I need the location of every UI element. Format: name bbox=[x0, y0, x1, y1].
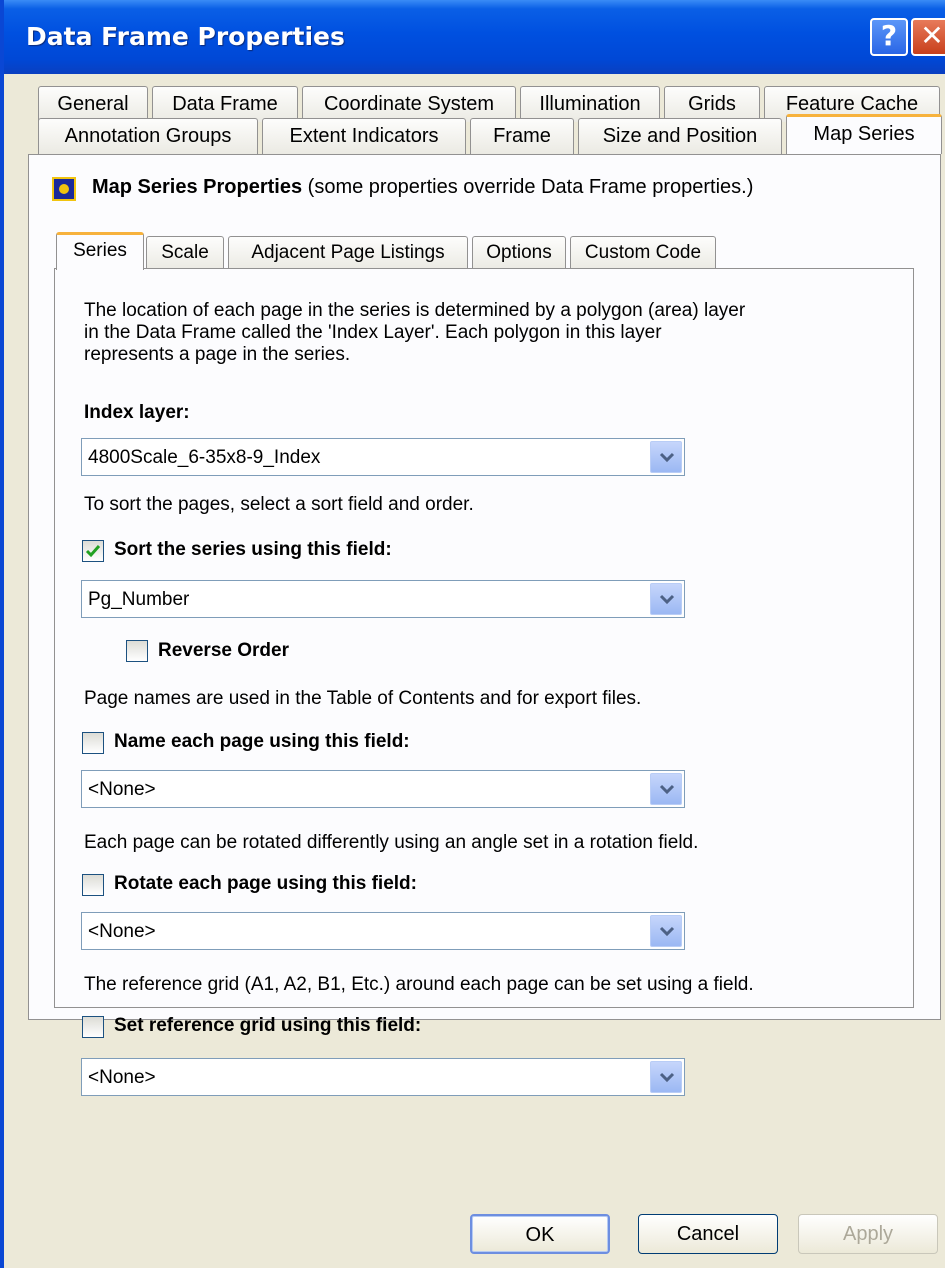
index-layer-label: Index layer: bbox=[84, 402, 190, 423]
reverse-order-checkbox[interactable] bbox=[126, 640, 148, 662]
tab-annotation-groups[interactable]: Annotation Groups bbox=[38, 118, 258, 154]
description-line-3: represents a page in the series. bbox=[84, 344, 351, 365]
tab-general[interactable]: General bbox=[38, 86, 148, 122]
sort-field-dropdown[interactable]: Pg_Number bbox=[81, 580, 685, 618]
inner-tab-scale[interactable]: Scale bbox=[146, 236, 224, 270]
ok-button[interactable]: OK bbox=[470, 1214, 610, 1254]
grid-hint: The reference grid (A1, A2, B1, Etc.) ar… bbox=[84, 974, 754, 995]
rotate-field-value: <None> bbox=[88, 921, 156, 942]
inner-tab-custom-code[interactable]: Custom Code bbox=[570, 236, 716, 270]
name-checkbox[interactable] bbox=[82, 732, 104, 754]
grid-field-dropdown[interactable]: <None> bbox=[81, 1058, 685, 1096]
tab-size-and-position[interactable]: Size and Position bbox=[578, 118, 782, 154]
tab-extent-indicators[interactable]: Extent Indicators bbox=[262, 118, 466, 154]
reverse-order-label[interactable]: Reverse Order bbox=[158, 640, 289, 662]
apply-button[interactable]: Apply bbox=[798, 1214, 938, 1254]
description-line-2: in the Data Frame called the 'Index Laye… bbox=[84, 322, 662, 343]
chevron-down-icon[interactable] bbox=[650, 773, 682, 805]
tab-grids[interactable]: Grids bbox=[664, 86, 760, 122]
name-field-value: <None> bbox=[88, 779, 156, 800]
tab-frame[interactable]: Frame bbox=[470, 118, 574, 154]
inner-tab-series[interactable]: Series bbox=[56, 232, 144, 270]
sort-hint: To sort the pages, select a sort field a… bbox=[84, 494, 474, 515]
inner-tab-adjacent-page-listings[interactable]: Adjacent Page Listings bbox=[228, 236, 468, 270]
rotate-field-dropdown[interactable]: <None> bbox=[81, 912, 685, 950]
rotate-checkbox-label[interactable]: Rotate each page using this field: bbox=[114, 873, 417, 895]
tab-coordinate-system[interactable]: Coordinate System bbox=[302, 86, 516, 122]
sort-checkbox-label[interactable]: Sort the series using this field: bbox=[114, 539, 392, 561]
tab-map-series[interactable]: Map Series bbox=[786, 114, 942, 154]
inner-tab-options[interactable]: Options bbox=[472, 236, 566, 270]
name-field-dropdown[interactable]: <None> bbox=[81, 770, 685, 808]
chevron-down-icon[interactable] bbox=[650, 1061, 682, 1093]
map-series-heading: Map Series Properties (some properties o… bbox=[92, 176, 753, 199]
map-series-note: (some properties override Data Frame pro… bbox=[307, 176, 754, 198]
sort-checkbox[interactable] bbox=[82, 540, 104, 562]
map-series-title: Map Series Properties bbox=[92, 176, 303, 198]
grid-field-value: <None> bbox=[88, 1067, 156, 1088]
chevron-down-icon[interactable] bbox=[650, 915, 682, 947]
chevron-down-icon[interactable] bbox=[650, 441, 682, 473]
sort-field-value: Pg_Number bbox=[88, 589, 190, 610]
rotate-checkbox[interactable] bbox=[82, 874, 104, 896]
title-bar[interactable]: Data Frame Properties ? ✕ bbox=[4, 0, 945, 74]
index-layer-dropdown[interactable]: 4800Scale_6-35x8-9_Index bbox=[81, 438, 685, 476]
map-series-icon bbox=[52, 177, 76, 201]
help-button[interactable]: ? bbox=[870, 18, 908, 56]
series-panel bbox=[54, 268, 914, 1008]
tab-data-frame[interactable]: Data Frame bbox=[152, 86, 298, 122]
grid-checkbox-label[interactable]: Set reference grid using this field: bbox=[114, 1015, 421, 1037]
grid-checkbox[interactable] bbox=[82, 1016, 104, 1038]
description-line-1: The location of each page in the series … bbox=[84, 300, 746, 321]
chevron-down-icon[interactable] bbox=[650, 583, 682, 615]
name-checkbox-label[interactable]: Name each page using this field: bbox=[114, 731, 410, 753]
cancel-button[interactable]: Cancel bbox=[638, 1214, 778, 1254]
index-layer-value: 4800Scale_6-35x8-9_Index bbox=[88, 447, 321, 468]
rotate-hint: Each page can be rotated differently usi… bbox=[84, 832, 699, 853]
dialog-window: Data Frame Properties ? ✕ General Data F… bbox=[0, 0, 945, 1268]
close-button[interactable]: ✕ bbox=[911, 18, 945, 56]
tab-illumination[interactable]: Illumination bbox=[520, 86, 660, 122]
window-title: Data Frame Properties bbox=[26, 22, 345, 51]
name-hint: Page names are used in the Table of Cont… bbox=[84, 688, 642, 709]
